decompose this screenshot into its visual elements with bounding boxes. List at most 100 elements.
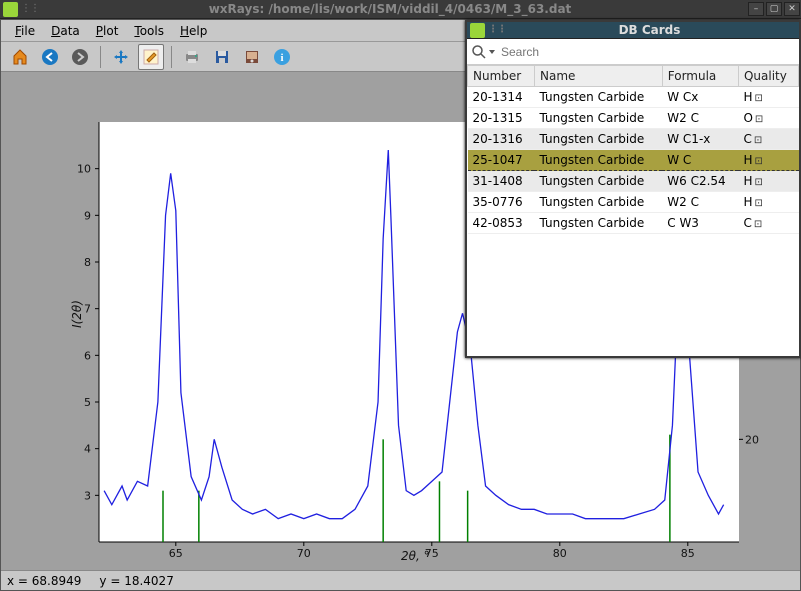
menu-help[interactable]: Help bbox=[172, 22, 215, 40]
cell-quality: H bbox=[738, 171, 798, 192]
svg-text:65: 65 bbox=[169, 547, 183, 560]
cell-quality: C bbox=[738, 213, 798, 234]
cell-quality: H bbox=[738, 150, 798, 171]
cell-formula: W C bbox=[662, 150, 738, 171]
back-icon bbox=[41, 48, 59, 66]
pan-button[interactable] bbox=[108, 44, 134, 70]
svg-text:9: 9 bbox=[84, 209, 91, 222]
separator bbox=[100, 46, 101, 68]
app-icon bbox=[3, 2, 18, 17]
svg-text:20: 20 bbox=[745, 433, 759, 446]
cell-number: 42-0853 bbox=[468, 213, 535, 234]
status-y: y = 18.4027 bbox=[99, 574, 173, 588]
cell-formula: W C1-x bbox=[662, 129, 738, 150]
home-icon bbox=[11, 48, 29, 66]
table-row[interactable]: 20-1316Tungsten CarbideW C1-xC bbox=[468, 129, 799, 150]
dropdown-icon[interactable] bbox=[487, 44, 497, 60]
printer-icon bbox=[183, 48, 201, 66]
svg-text:70: 70 bbox=[297, 547, 311, 560]
db-titlebar[interactable]: ⋮⋮ DB Cards bbox=[467, 22, 799, 39]
cell-formula: W2 C bbox=[662, 108, 738, 129]
forward-button[interactable] bbox=[67, 44, 93, 70]
table-row[interactable]: 31-1408Tungsten CarbideW6 C2.54H bbox=[468, 171, 799, 192]
home-button[interactable] bbox=[7, 44, 33, 70]
cell-formula: W Cx bbox=[662, 87, 738, 108]
menu-file[interactable]: File bbox=[7, 22, 43, 40]
cell-quality: H bbox=[738, 192, 798, 213]
move-icon bbox=[112, 48, 130, 66]
db-cards-window[interactable]: ⋮⋮ DB Cards Number Name Formula Quality … bbox=[465, 20, 801, 358]
separator bbox=[171, 46, 172, 68]
col-number[interactable]: Number bbox=[468, 66, 535, 87]
col-quality[interactable]: Quality bbox=[738, 66, 798, 87]
menu-plot[interactable]: Plot bbox=[88, 22, 127, 40]
svg-text:80: 80 bbox=[553, 547, 567, 560]
cell-number: 25-1047 bbox=[468, 150, 535, 171]
save-icon bbox=[213, 48, 231, 66]
cell-name: Tungsten Carbide bbox=[534, 108, 662, 129]
info-button[interactable]: i bbox=[269, 44, 295, 70]
search-input[interactable] bbox=[497, 43, 795, 61]
edit-button[interactable] bbox=[138, 44, 164, 70]
info-icon: i bbox=[273, 48, 291, 66]
cell-formula: W2 C bbox=[662, 192, 738, 213]
menu-tools[interactable]: Tools bbox=[126, 22, 172, 40]
cell-name: Tungsten Carbide bbox=[534, 129, 662, 150]
col-name[interactable]: Name bbox=[534, 66, 662, 87]
table-header-row: Number Name Formula Quality bbox=[468, 66, 799, 87]
svg-text:5: 5 bbox=[84, 396, 91, 409]
search-icon[interactable] bbox=[471, 44, 487, 60]
app-icon bbox=[470, 23, 485, 38]
cell-name: Tungsten Carbide bbox=[534, 192, 662, 213]
svg-text:85: 85 bbox=[681, 547, 695, 560]
floppy-icon bbox=[243, 48, 261, 66]
cell-number: 20-1316 bbox=[468, 129, 535, 150]
y-axis-label: I(2θ) bbox=[70, 300, 84, 328]
forward-icon bbox=[71, 48, 89, 66]
table-row[interactable]: 25-1047Tungsten CarbideW CH bbox=[468, 150, 799, 171]
menu-data[interactable]: Data bbox=[43, 22, 88, 40]
cell-number: 31-1408 bbox=[468, 171, 535, 192]
copy-button[interactable] bbox=[239, 44, 265, 70]
x-axis-label: 2θ, ° bbox=[401, 549, 430, 563]
table-row[interactable]: 20-1315Tungsten CarbideW2 CO bbox=[468, 108, 799, 129]
table-row[interactable]: 20-1314Tungsten CarbideW CxH bbox=[468, 87, 799, 108]
save-button[interactable] bbox=[209, 44, 235, 70]
wm-grip-icon[interactable]: ⋮⋮ bbox=[488, 24, 500, 36]
cell-number: 20-1314 bbox=[468, 87, 535, 108]
minimize-button[interactable]: – bbox=[748, 2, 764, 16]
svg-text:7: 7 bbox=[84, 303, 91, 316]
maximize-button[interactable]: ▢ bbox=[766, 2, 782, 16]
col-formula[interactable]: Formula bbox=[662, 66, 738, 87]
search-bar bbox=[467, 39, 799, 65]
svg-text:8: 8 bbox=[84, 256, 91, 269]
cell-name: Tungsten Carbide bbox=[534, 87, 662, 108]
db-table[interactable]: Number Name Formula Quality 20-1314Tungs… bbox=[467, 65, 799, 356]
svg-text:3: 3 bbox=[84, 489, 91, 502]
main-titlebar: ⋮⋮ wxRays: /home/lis/work/ISM/viddil_4/0… bbox=[0, 0, 801, 19]
cell-formula: C W3 bbox=[662, 213, 738, 234]
back-button[interactable] bbox=[37, 44, 63, 70]
svg-text:4: 4 bbox=[84, 443, 91, 456]
db-title: DB Cards bbox=[500, 23, 799, 37]
window-title: wxRays: /home/lis/work/ISM/viddil_4/0463… bbox=[33, 2, 747, 16]
table-row[interactable]: 35-0776Tungsten CarbideW2 CH bbox=[468, 192, 799, 213]
cell-formula: W6 C2.54 bbox=[662, 171, 738, 192]
cell-name: Tungsten Carbide bbox=[534, 171, 662, 192]
cell-number: 20-1315 bbox=[468, 108, 535, 129]
cell-quality: O bbox=[738, 108, 798, 129]
configure-button[interactable] bbox=[179, 44, 205, 70]
cell-name: Tungsten Carbide bbox=[534, 150, 662, 171]
close-button[interactable]: ✕ bbox=[784, 2, 800, 16]
wm-grip-icon[interactable]: ⋮⋮ bbox=[21, 3, 33, 15]
status-x: x = 68.8949 bbox=[7, 574, 81, 588]
edit-icon bbox=[142, 48, 160, 66]
table-row[interactable]: 42-0853Tungsten CarbideC W3C bbox=[468, 213, 799, 234]
svg-text:i: i bbox=[280, 52, 283, 64]
cell-number: 35-0776 bbox=[468, 192, 535, 213]
status-bar: x = 68.8949 y = 18.4027 bbox=[1, 570, 800, 590]
cell-name: Tungsten Carbide bbox=[534, 213, 662, 234]
svg-text:6: 6 bbox=[84, 349, 91, 362]
svg-text:10: 10 bbox=[77, 163, 91, 176]
cell-quality: H bbox=[738, 87, 798, 108]
